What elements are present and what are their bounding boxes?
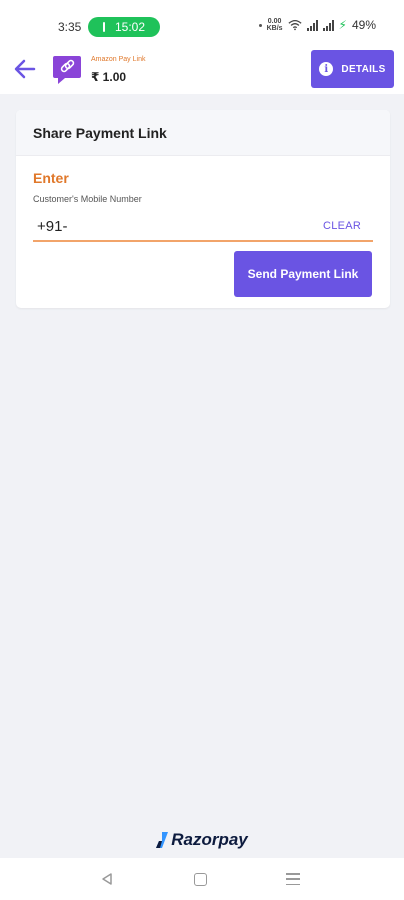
info-icon: i — [319, 62, 334, 76]
call-duration: 15:02 — [114, 20, 146, 34]
status-bar: 3:35 15:02 0.00 KB/s ⚡ 49% — [0, 0, 404, 44]
battery-level: 49% — [351, 18, 376, 32]
wifi-icon — [287, 19, 302, 31]
app-name: Amazon Pay Link — [91, 56, 146, 63]
notification-dot-icon — [258, 23, 262, 27]
share-payment-card: Share Payment Link Enter Customer's Mobi… — [16, 110, 390, 308]
razorpay-mark-icon — [156, 832, 169, 848]
brand-name: Razorpay — [171, 830, 248, 849]
enter-label: Enter — [33, 170, 69, 186]
ongoing-call-pill[interactable]: 15:02 — [88, 17, 160, 37]
arrow-left-icon[interactable] — [12, 56, 38, 82]
send-payment-link-button[interactable]: Send Payment Link — [234, 251, 372, 297]
card-title: Share Payment Link — [16, 110, 390, 156]
nav-home-icon[interactable] — [194, 873, 207, 886]
link-chat-icon — [53, 56, 81, 84]
net-speed: 0.00 KB/s — [266, 18, 283, 32]
status-icons: 0.00 KB/s ⚡ 49% — [258, 18, 376, 32]
charging-icon: ⚡ — [338, 18, 347, 32]
powered-by: Razorpay — [0, 830, 404, 850]
nav-back-icon[interactable] — [100, 872, 114, 886]
details-button[interactable]: i DETAILS — [311, 50, 394, 88]
payment-amount: ₹ 1.00 — [91, 70, 127, 84]
clear-button[interactable]: CLEAR — [323, 220, 361, 232]
details-label: DETAILS — [341, 63, 386, 75]
mobile-number-input[interactable] — [33, 212, 373, 242]
call-indicator-icon — [102, 22, 105, 32]
signal-2-icon — [322, 19, 334, 31]
mobile-field-label: Customer's Mobile Number — [33, 194, 142, 204]
status-time: 3:35 — [58, 20, 82, 34]
signal-1-icon — [306, 19, 318, 31]
system-nav-bar — [0, 858, 404, 900]
nav-recents-icon[interactable] — [286, 873, 300, 885]
app-bar: Amazon Pay Link ₹ 1.00 i DETAILS — [0, 44, 404, 94]
